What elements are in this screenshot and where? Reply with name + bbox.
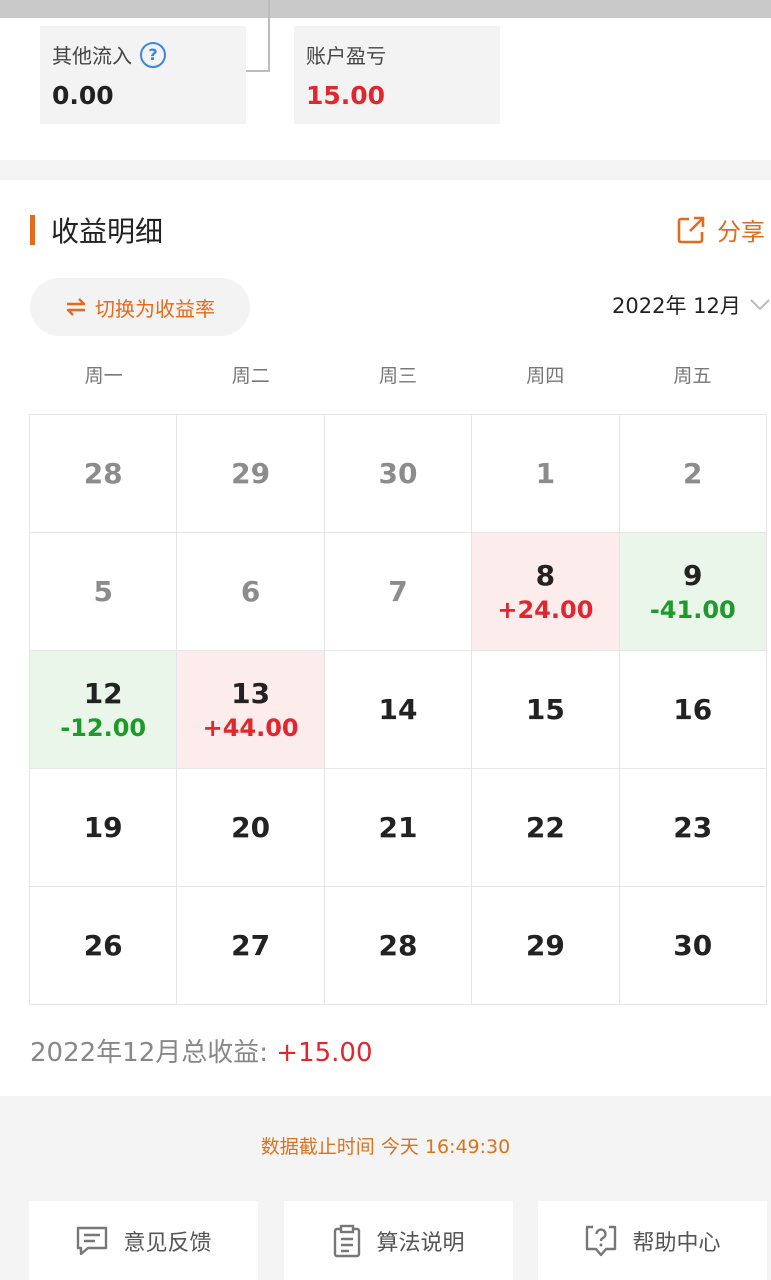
calendar-day-cell[interactable]: 5: [30, 533, 178, 651]
algorithm-button[interactable]: 算法说明: [284, 1201, 513, 1280]
weekday-label: 周一: [84, 365, 123, 387]
account-pnl-value: 15.00: [306, 81, 386, 110]
calendar-day-cell[interactable]: 28: [30, 415, 178, 533]
feedback-button[interactable]: 意见反馈: [29, 1201, 258, 1280]
calendar-day-cell-loss[interactable]: 12 -12.00: [30, 651, 178, 769]
chevron-down-icon: [750, 299, 770, 311]
day-number: 7: [388, 575, 408, 608]
share-label: 分享: [717, 218, 765, 246]
weekday-header: 周一 周二 周三 周四 周五: [30, 356, 766, 396]
data-cutoff-time: 数据截止时间 今天 16:49:30: [260, 1136, 511, 1158]
day-number: 9: [683, 559, 703, 592]
day-number: 14: [378, 693, 418, 726]
day-number: 29: [231, 457, 271, 490]
day-number: 19: [83, 811, 123, 844]
day-number: 15: [525, 693, 565, 726]
calendar-day-cell[interactable]: 29: [472, 887, 620, 1005]
day-number: 22: [525, 811, 565, 844]
calendar-day-cell[interactable]: 29: [177, 415, 325, 533]
calendar-day-cell[interactable]: 1: [472, 415, 620, 533]
day-number: 26: [83, 929, 123, 962]
day-pnl: +44.00: [202, 714, 299, 742]
algorithm-label: 算法说明: [376, 1230, 465, 1256]
calendar-day-cell[interactable]: 6: [177, 533, 325, 651]
section-accent-bar: [30, 215, 35, 245]
weekday-label: 周二: [231, 365, 270, 387]
top-connector-line: [246, 0, 270, 72]
calendar-day-cell[interactable]: 28: [324, 887, 473, 1005]
day-pnl: -12.00: [60, 714, 147, 742]
weekday-label: 周三: [379, 365, 418, 387]
weekday-label: 周四: [526, 365, 565, 387]
month-label: 2022年 12月: [612, 294, 741, 318]
day-number: 2: [683, 457, 703, 490]
calendar-day-cell-loss[interactable]: 9 -41.00: [619, 533, 767, 651]
day-number: 20: [231, 811, 271, 844]
weekday-label: 周五: [673, 365, 712, 387]
calendar-day-cell[interactable]: 30: [619, 887, 767, 1005]
day-number: 27: [231, 929, 271, 962]
day-pnl: +24.00: [497, 596, 594, 624]
day-number: 1: [535, 457, 556, 490]
day-number: 29: [525, 929, 565, 962]
swap-arrows-icon: [66, 298, 86, 316]
day-number: 8: [535, 559, 556, 592]
section-title: 收益明细: [51, 215, 164, 248]
calendar-day-cell[interactable]: 20: [177, 769, 325, 887]
calendar-day-cell[interactable]: 22: [472, 769, 620, 887]
help-center-button[interactable]: 帮助中心: [538, 1201, 767, 1280]
switch-to-yield-rate-button[interactable]: 切换为收益率: [30, 278, 250, 336]
day-number: 30: [673, 929, 713, 962]
day-number: 6: [240, 575, 261, 608]
account-pnl-label: 账户盈亏: [306, 44, 386, 68]
calendar-day-cell[interactable]: 21: [324, 769, 473, 887]
other-inflow-value: 0.00: [52, 81, 114, 110]
calendar-day-cell[interactable]: 15: [472, 651, 620, 769]
help-bubble-icon: [586, 1225, 617, 1256]
calendar-day-cell[interactable]: 7: [324, 533, 473, 651]
question-circle-icon[interactable]: ?: [140, 41, 166, 68]
calendar-day-cell[interactable]: 30: [324, 415, 473, 533]
other-inflow-label: 其他流入: [52, 44, 132, 68]
day-number: 12: [83, 677, 123, 710]
section-divider: [0, 160, 771, 180]
clipboard-icon: [334, 1224, 361, 1257]
calendar-day-cell[interactable]: 23: [619, 769, 767, 887]
switch-label: 切换为收益率: [95, 296, 215, 321]
calendar-day-cell-gain[interactable]: 8 +24.00: [472, 533, 620, 651]
day-number: 23: [673, 811, 713, 844]
other-inflow-card: 其他流入 ? 0.00: [40, 26, 246, 124]
monthly-total-label: 2022年12月总收益:: [30, 1038, 277, 1068]
calendar-day-cell[interactable]: 16: [619, 651, 767, 769]
calendar-day-cell[interactable]: 14: [324, 651, 473, 769]
calendar-day-cell[interactable]: 27: [177, 887, 325, 1005]
month-picker[interactable]: 2022年 12月: [612, 290, 771, 320]
day-number: 28: [378, 929, 418, 962]
section-header: 收益明细 分享: [30, 208, 771, 252]
calendar-day-cell[interactable]: 2: [619, 415, 767, 533]
account-pnl-card: 账户盈亏 15.00: [294, 26, 500, 124]
day-number: 30: [378, 457, 418, 490]
calendar-day-cell[interactable]: 19: [30, 769, 178, 887]
feedback-label: 意见反馈: [123, 1230, 212, 1256]
day-number: 5: [93, 575, 113, 608]
day-number: 21: [378, 811, 418, 844]
monthly-total-value: +15.00: [276, 1038, 373, 1068]
comment-icon: [77, 1226, 108, 1255]
calendar-day-cell-gain[interactable]: 13 +44.00: [177, 651, 325, 769]
share-button[interactable]: 分享: [675, 212, 765, 247]
day-number: 13: [231, 677, 271, 710]
monthly-total: 2022年12月总收益: +15.00: [30, 1032, 373, 1069]
top-strip: [0, 0, 771, 18]
share-icon: [677, 216, 705, 243]
day-number: 28: [83, 457, 123, 490]
day-number: 16: [673, 693, 713, 726]
calendar-day-cell[interactable]: 26: [30, 887, 178, 1005]
day-pnl: -41.00: [649, 596, 736, 624]
pnl-calendar: 28 29 30 1 2 5 6 7 8 +24.00 9 -41.00 12 -12…: [29, 414, 767, 1005]
help-label: 帮助中心: [632, 1230, 721, 1256]
